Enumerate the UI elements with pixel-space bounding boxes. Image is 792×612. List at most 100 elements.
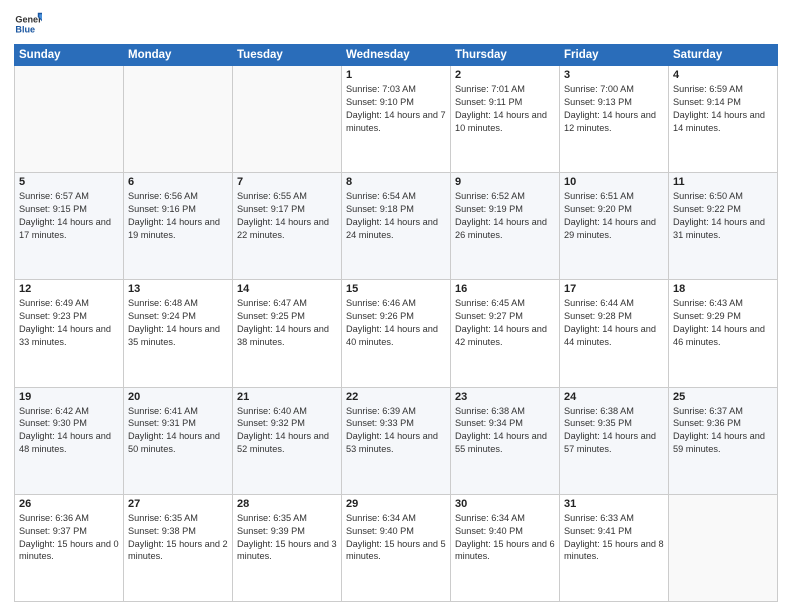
calendar-cell: 20Sunrise: 6:41 AMSunset: 9:31 PMDayligh… — [124, 387, 233, 494]
day-number: 22 — [346, 391, 446, 403]
calendar-cell: 6Sunrise: 6:56 AMSunset: 9:16 PMDaylight… — [124, 173, 233, 280]
cell-info: Sunset: 9:24 PM — [128, 310, 228, 323]
cell-info: Sunrise: 6:45 AM — [455, 297, 555, 310]
day-number: 27 — [128, 498, 228, 510]
cell-info: Sunset: 9:18 PM — [346, 203, 446, 216]
calendar-cell: 3Sunrise: 7:00 AMSunset: 9:13 PMDaylight… — [560, 66, 669, 173]
cell-info: Sunset: 9:40 PM — [455, 525, 555, 538]
cell-info: Sunset: 9:27 PM — [455, 310, 555, 323]
cell-info: Daylight: 15 hours and 3 minutes. — [237, 538, 337, 564]
cell-info: Sunrise: 6:38 AM — [564, 405, 664, 418]
day-number: 10 — [564, 176, 664, 188]
cell-info: Daylight: 14 hours and 42 minutes. — [455, 323, 555, 349]
cell-info: Sunrise: 6:46 AM — [346, 297, 446, 310]
calendar-cell: 31Sunrise: 6:33 AMSunset: 9:41 PMDayligh… — [560, 494, 669, 601]
cell-info: Sunrise: 6:54 AM — [346, 190, 446, 203]
calendar-cell: 15Sunrise: 6:46 AMSunset: 9:26 PMDayligh… — [342, 280, 451, 387]
day-number: 3 — [564, 69, 664, 81]
day-number: 21 — [237, 391, 337, 403]
cell-info: Sunrise: 6:35 AM — [128, 512, 228, 525]
cell-info: Daylight: 14 hours and 22 minutes. — [237, 216, 337, 242]
day-number: 23 — [455, 391, 555, 403]
cell-info: Daylight: 14 hours and 29 minutes. — [564, 216, 664, 242]
cell-info: Sunrise: 6:43 AM — [673, 297, 773, 310]
calendar-cell: 25Sunrise: 6:37 AMSunset: 9:36 PMDayligh… — [669, 387, 778, 494]
cell-info: Daylight: 14 hours and 19 minutes. — [128, 216, 228, 242]
cell-info: Daylight: 14 hours and 46 minutes. — [673, 323, 773, 349]
calendar-cell: 11Sunrise: 6:50 AMSunset: 9:22 PMDayligh… — [669, 173, 778, 280]
cell-info: Sunset: 9:25 PM — [237, 310, 337, 323]
cell-info: Daylight: 14 hours and 14 minutes. — [673, 109, 773, 135]
day-number: 24 — [564, 391, 664, 403]
cell-info: Sunrise: 6:57 AM — [19, 190, 119, 203]
calendar-cell: 4Sunrise: 6:59 AMSunset: 9:14 PMDaylight… — [669, 66, 778, 173]
cell-info: Sunset: 9:41 PM — [564, 525, 664, 538]
calendar-cell — [15, 66, 124, 173]
day-number: 28 — [237, 498, 337, 510]
calendar-cell: 19Sunrise: 6:42 AMSunset: 9:30 PMDayligh… — [15, 387, 124, 494]
calendar-cell: 10Sunrise: 6:51 AMSunset: 9:20 PMDayligh… — [560, 173, 669, 280]
cell-info: Sunrise: 6:51 AM — [564, 190, 664, 203]
calendar-cell: 5Sunrise: 6:57 AMSunset: 9:15 PMDaylight… — [15, 173, 124, 280]
calendar-cell: 8 Sunrise: 6:54 AMSunset: 9:18 PMDaylight… — [342, 173, 451, 280]
cell-info: Sunset: 9:30 PM — [19, 417, 119, 430]
cell-info: Daylight: 14 hours and 12 minutes. — [564, 109, 664, 135]
day-number: 18 — [673, 283, 773, 295]
col-header-wednesday: Wednesday — [342, 45, 451, 66]
calendar-cell: 24Sunrise: 6:38 AMSunset: 9:35 PMDayligh… — [560, 387, 669, 494]
cell-info: Sunrise: 6:40 AM — [237, 405, 337, 418]
col-header-sunday: Sunday — [15, 45, 124, 66]
cell-info: Sunrise: 6:50 AM — [673, 190, 773, 203]
cell-info: Sunset: 9:32 PM — [237, 417, 337, 430]
calendar-cell: 18Sunrise: 6:43 AMSunset: 9:29 PMDayligh… — [669, 280, 778, 387]
cell-info: Daylight: 14 hours and 44 minutes. — [564, 323, 664, 349]
calendar-cell — [124, 66, 233, 173]
day-number: 30 — [455, 498, 555, 510]
cell-info: Daylight: 14 hours and 10 minutes. — [455, 109, 555, 135]
cell-info: Daylight: 14 hours and 7 minutes. — [346, 109, 446, 135]
calendar-table: SundayMondayTuesdayWednesdayThursdayFrid… — [14, 44, 778, 602]
cell-info: Daylight: 14 hours and 52 minutes. — [237, 430, 337, 456]
cell-info: Sunrise: 6:38 AM — [455, 405, 555, 418]
day-number: 9 — [455, 176, 555, 188]
cell-info: Sunset: 9:22 PM — [673, 203, 773, 216]
cell-info: Sunset: 9:31 PM — [128, 417, 228, 430]
day-number: 29 — [346, 498, 446, 510]
calendar-week-row: 19Sunrise: 6:42 AMSunset: 9:30 PMDayligh… — [15, 387, 778, 494]
cell-info: Sunrise: 6:35 AM — [237, 512, 337, 525]
cell-info: Sunset: 9:16 PM — [128, 203, 228, 216]
cell-info: Sunset: 9:38 PM — [128, 525, 228, 538]
calendar-cell: 9Sunrise: 6:52 AMSunset: 9:19 PMDaylight… — [451, 173, 560, 280]
day-number: 8 — [346, 176, 446, 188]
cell-info: Sunset: 9:19 PM — [455, 203, 555, 216]
calendar-cell: 30Sunrise: 6:34 AMSunset: 9:40 PMDayligh… — [451, 494, 560, 601]
cell-info: Sunset: 9:34 PM — [455, 417, 555, 430]
col-header-monday: Monday — [124, 45, 233, 66]
cell-info: Daylight: 14 hours and 24 minutes. — [346, 216, 446, 242]
calendar-header-row: SundayMondayTuesdayWednesdayThursdayFrid… — [15, 45, 778, 66]
cell-info: Daylight: 14 hours and 40 minutes. — [346, 323, 446, 349]
calendar-cell: 12Sunrise: 6:49 AMSunset: 9:23 PMDayligh… — [15, 280, 124, 387]
day-number: 4 — [673, 69, 773, 81]
day-number: 14 — [237, 283, 337, 295]
calendar-cell: 16Sunrise: 6:45 AMSunset: 9:27 PMDayligh… — [451, 280, 560, 387]
calendar-cell: 23Sunrise: 6:38 AMSunset: 9:34 PMDayligh… — [451, 387, 560, 494]
cell-info: Sunrise: 6:49 AM — [19, 297, 119, 310]
calendar-cell: 26Sunrise: 6:36 AMSunset: 9:37 PMDayligh… — [15, 494, 124, 601]
cell-info: Daylight: 14 hours and 35 minutes. — [128, 323, 228, 349]
cell-info: Sunset: 9:15 PM — [19, 203, 119, 216]
cell-info: Sunset: 9:36 PM — [673, 417, 773, 430]
cell-info: Sunrise: 6:52 AM — [455, 190, 555, 203]
calendar-cell: 22Sunrise: 6:39 AMSunset: 9:33 PMDayligh… — [342, 387, 451, 494]
cell-info: Sunrise: 6:36 AM — [19, 512, 119, 525]
day-number: 5 — [19, 176, 119, 188]
calendar-week-row: 5 Sunrise: 6:57 AMSunset: 9:15 PM Daylight… — [15, 173, 778, 280]
cell-info: Sunrise: 6:34 AM — [346, 512, 446, 525]
logo: General Blue — [14, 10, 46, 38]
day-number: 19 — [19, 391, 119, 403]
calendar-cell: 2Sunrise: 7:01 AMSunset: 9:11 PMDaylight… — [451, 66, 560, 173]
generalblue-logo-icon: General Blue — [14, 10, 42, 38]
cell-info: Daylight: 15 hours and 6 minutes. — [455, 538, 555, 564]
cell-info: Sunrise: 6:56 AM — [128, 190, 228, 203]
cell-info: Sunrise: 6:33 AM — [564, 512, 664, 525]
